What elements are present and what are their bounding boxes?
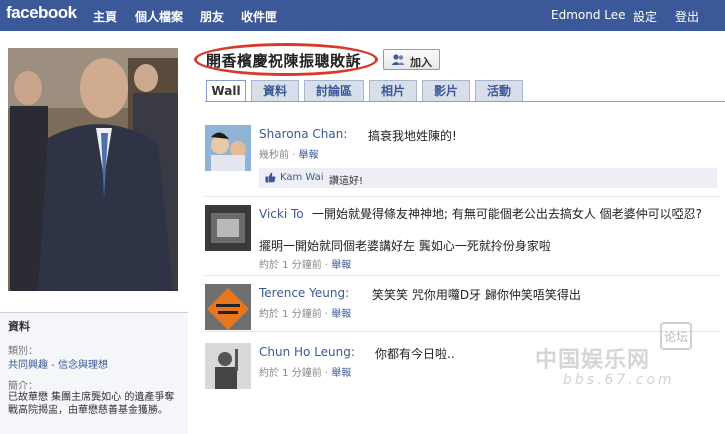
tab-wall[interactable]: Wall: [206, 80, 246, 102]
nav-inbox[interactable]: 收件匣: [241, 8, 277, 25]
post-text-continued: 擺明一開始就同個老婆講好左 龔如心一死就拎份身家啦: [259, 239, 551, 253]
tab-discussions[interactable]: 討論區: [304, 80, 364, 102]
tab-info[interactable]: 資料: [251, 80, 299, 102]
post-text: 笑笑笑 咒你用囖D牙 歸你仲笑唔笑得出: [372, 288, 581, 302]
nav-profile[interactable]: 個人檔案: [135, 8, 183, 25]
post-author[interactable]: Sharona Chan:: [259, 127, 347, 141]
info-panel: 資料 類別： 共同興趣 - 信念與理想 簡介： 已故華懋 集團主席龔如心 的遺產…: [0, 312, 188, 434]
report-link[interactable]: 舉報: [299, 150, 319, 161]
feed-divider: [205, 331, 720, 332]
description-text: 已故華懋 集團主席龔如心 的遺產爭奪戰高院揭盅，由華懋慈善基金獲勝。: [8, 392, 175, 416]
post-author[interactable]: Chun Ho Leung:: [259, 345, 355, 359]
like-user[interactable]: Kam Wai: [280, 172, 324, 183]
tab-events[interactable]: 活動: [475, 80, 523, 102]
nav-friends[interactable]: 朋友: [200, 8, 224, 25]
avatar-chun-ho[interactable]: [205, 343, 251, 389]
watermark-text: 中国娱乐网: [535, 348, 651, 373]
like-text: 讚這好!: [329, 176, 364, 187]
facebook-logo[interactable]: facebook: [6, 3, 77, 23]
watermark-url: bbs.67.com: [563, 372, 675, 388]
post-meta: 幾秒前 · 舉報: [259, 150, 319, 161]
join-button[interactable]: 加入: [383, 49, 440, 70]
watermark-box: 论坛: [660, 322, 692, 350]
feed-divider: [205, 196, 720, 197]
post-meta: 約於 1 分鐘前 · 舉報: [259, 368, 352, 379]
post-time: 約於 1 分鐘前: [259, 368, 322, 379]
post-meta: 約於 1 分鐘前 · 舉報: [259, 309, 352, 320]
post-time: 約於 1 分鐘前: [259, 309, 322, 320]
tabs-underline: [205, 101, 725, 102]
like-bar: Kam Wai 讚這好!: [259, 168, 717, 188]
top-bar: facebook 主頁 個人檔案 朋友 收件匣 Edmond Lee 設定 登出: [0, 0, 725, 31]
report-link[interactable]: 舉報: [331, 309, 351, 320]
report-link[interactable]: 舉報: [331, 260, 351, 271]
post-time: 幾秒前: [259, 150, 289, 161]
post-text: 一開始就覺得條友神神地; 有無可能個老公出去搞女人 個老婆仲可以啞忍?: [312, 207, 703, 221]
avatar-terence[interactable]: [205, 284, 251, 330]
avatar-vicki[interactable]: [205, 205, 251, 251]
nav-home[interactable]: 主頁: [93, 8, 117, 25]
feed-divider: [205, 275, 720, 276]
nav-user[interactable]: Edmond Lee: [551, 8, 626, 22]
tab-photos[interactable]: 相片: [369, 80, 417, 102]
category-link[interactable]: 共同興趣 - 信念與理想: [8, 356, 108, 371]
report-link[interactable]: 舉報: [331, 368, 351, 379]
tab-videos[interactable]: 影片: [422, 80, 470, 102]
post-author[interactable]: Vicki To: [259, 207, 304, 221]
post-meta: 約於 1 分鐘前 · 舉報: [259, 260, 352, 271]
post-time: 約於 1 分鐘前: [259, 260, 322, 271]
left-column: 資料 類別： 共同興趣 - 信念與理想 簡介： 已故華懋 集團主席龔如心 的遺產…: [0, 31, 188, 434]
nav-logout[interactable]: 登出: [675, 8, 699, 25]
profile-photo[interactable]: [8, 48, 178, 291]
join-label: 加入: [410, 56, 432, 69]
info-title: 資料: [8, 320, 30, 333]
highlight-circle: [194, 43, 378, 76]
post-text: 你都有今日啦..: [375, 347, 455, 361]
thumbs-up-icon: [265, 172, 276, 186]
people-icon: [391, 53, 405, 66]
nav-settings[interactable]: 設定: [633, 8, 657, 25]
category-label: 類別：: [8, 346, 38, 357]
post-author[interactable]: Terence Yeung:: [259, 286, 349, 300]
avatar-sharona[interactable]: [205, 125, 251, 171]
description-label: 簡介：: [8, 381, 38, 392]
post-text: 搞衰我地姓陳的!: [368, 129, 457, 143]
